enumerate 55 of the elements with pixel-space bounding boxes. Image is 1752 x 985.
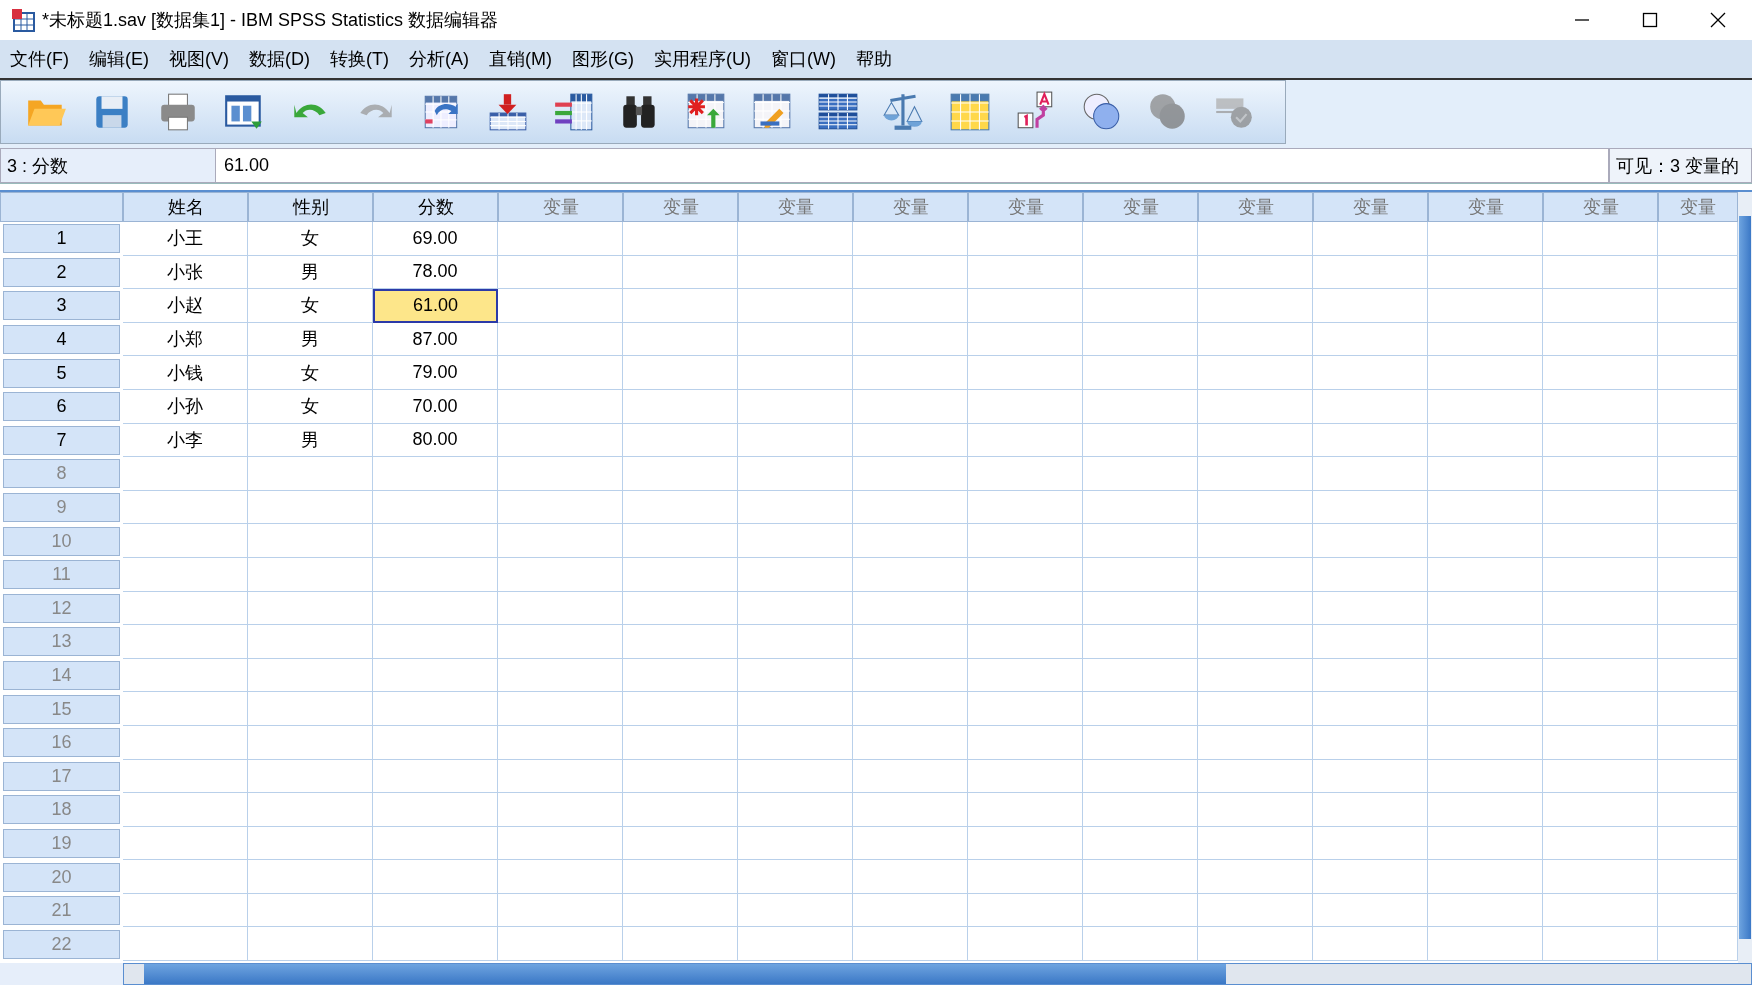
- menu-item[interactable]: 直销(M): [480, 43, 561, 75]
- table-cell[interactable]: 男: [248, 255, 373, 290]
- column-header[interactable]: 变量: [738, 192, 853, 222]
- column-header[interactable]: 变量: [1083, 192, 1198, 222]
- menu-item[interactable]: 分析(A): [400, 43, 478, 75]
- menu-item[interactable]: 数据(D): [241, 43, 319, 75]
- visible-variables-label: 可见：3 变量的: [1609, 148, 1752, 183]
- column-header[interactable]: 变量: [498, 192, 623, 222]
- column-header[interactable]: 变量: [1428, 192, 1543, 222]
- table-cell[interactable]: 男: [248, 423, 373, 458]
- row-header[interactable]: 4: [3, 325, 120, 355]
- column-header[interactable]: 性别: [248, 192, 373, 222]
- menu-item[interactable]: 窗口(W): [762, 43, 845, 75]
- column-header[interactable]: 分数: [373, 192, 498, 222]
- row-header[interactable]: 3: [3, 291, 120, 321]
- menu-item[interactable]: 文件(F): [2, 43, 78, 75]
- row-header[interactable]: 7: [3, 425, 120, 455]
- menu-item[interactable]: 实用程序(U): [645, 43, 760, 75]
- column-header[interactable]: 变量: [853, 192, 968, 222]
- menu-item[interactable]: 转换(T): [322, 43, 398, 75]
- column-header[interactable]: 变量: [1313, 192, 1428, 222]
- column-header[interactable]: 变量: [1658, 192, 1738, 222]
- row-header[interactable]: 1: [3, 224, 120, 254]
- table-cell[interactable]: 小张: [123, 255, 248, 290]
- table-cell[interactable]: 87.00: [373, 322, 498, 357]
- column-header[interactable]: 变量: [1198, 192, 1313, 222]
- menu-item[interactable]: 编辑(E): [81, 43, 158, 75]
- table-cell[interactable]: 小王: [123, 222, 248, 256]
- table-cell[interactable]: 80.00: [373, 423, 498, 458]
- menu-item[interactable]: 图形(G): [563, 43, 643, 75]
- column-header[interactable]: 变量: [1543, 192, 1658, 222]
- table-cell[interactable]: 小郑: [123, 322, 248, 357]
- table-cell[interactable]: 69.00: [373, 222, 498, 256]
- cell-reference: 3 : 分数: [0, 148, 216, 183]
- row-header[interactable]: 6: [3, 392, 120, 422]
- table-cell[interactable]: 70.00: [373, 389, 498, 424]
- table-cell[interactable]: 女: [248, 356, 373, 390]
- menu-item[interactable]: 帮助: [847, 43, 901, 75]
- table-cell[interactable]: 小孙: [123, 389, 248, 424]
- table-cell[interactable]: 61.00: [373, 289, 498, 323]
- table-cell[interactable]: 79.00: [373, 356, 498, 390]
- table-cell[interactable]: 女: [248, 222, 373, 256]
- cell-value-field[interactable]: 61.00: [216, 148, 1609, 183]
- menu-item[interactable]: 视图(V): [161, 43, 238, 75]
- column-header[interactable]: 变量: [968, 192, 1083, 222]
- table-cell[interactable]: 男: [248, 322, 373, 357]
- table-cell[interactable]: 小李: [123, 423, 248, 458]
- row-header[interactable]: 5: [3, 358, 120, 388]
- row-header[interactable]: 2: [3, 257, 120, 287]
- column-header[interactable]: 姓名: [123, 192, 248, 222]
- table-cell[interactable]: 小赵: [123, 289, 248, 323]
- column-header[interactable]: 变量: [623, 192, 738, 222]
- table-cell[interactable]: 小钱: [123, 356, 248, 390]
- table-cell[interactable]: 女: [248, 389, 373, 424]
- window-title: *未标题1.sav [数据集1] - IBM SPSS Statistics 数据编辑器: [42, 9, 500, 32]
